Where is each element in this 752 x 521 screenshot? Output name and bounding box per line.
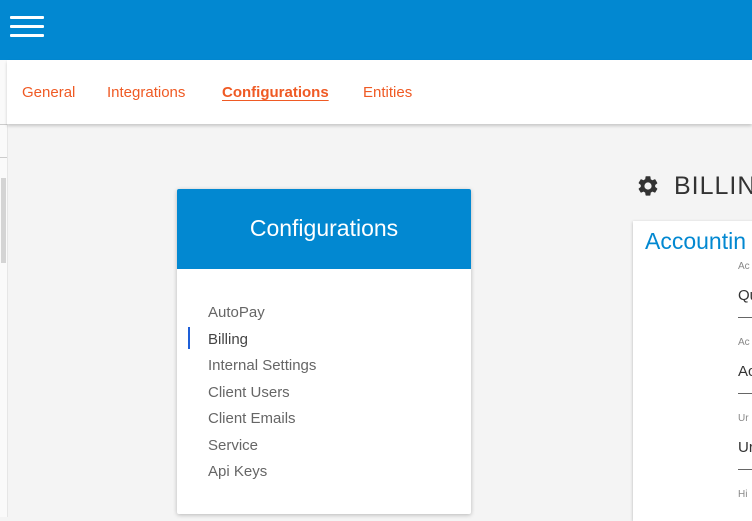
tab-integrations[interactable]: Integrations [107,84,185,101]
field-value[interactable]: Ur [738,439,752,456]
menu-item-internal-settings[interactable]: Internal Settings [208,357,316,374]
field-underline [738,393,752,394]
menu-item-autopay[interactable]: AutoPay [208,304,265,321]
field-value[interactable]: Qu [738,287,752,304]
accounting-panel-title: Accountin [645,228,747,254]
section-heading: BILLIN [636,172,752,201]
field-value[interactable]: Ac [738,363,752,380]
menu-item-client-users[interactable]: Client Users [208,384,290,401]
billing-title-text: BILLIN [674,172,752,200]
left-edge-scrollbar[interactable] [0,60,8,517]
tab-general[interactable]: General [22,84,75,101]
menu-item-client-emails[interactable]: Client Emails [208,410,296,427]
top-app-bar [0,0,752,60]
menu-item-api-keys[interactable]: Api Keys [208,463,267,480]
configurations-card-title: Configurations [177,189,471,269]
field-label: Hi [738,489,748,500]
tab-configurations[interactable]: Configurations [222,84,329,101]
menu-item-billing[interactable]: Billing [208,331,248,348]
hamburger-menu-icon[interactable] [10,16,44,38]
field-underline [738,469,752,470]
configurations-card: Configurations AutoPay Billing Internal … [177,189,471,514]
selected-item-marker [188,327,190,349]
tab-entities[interactable]: Entities [363,84,412,101]
field-label: Ac [738,261,750,272]
gear-icon [638,176,658,196]
field-label: Ur [738,413,749,424]
field-underline [738,317,752,318]
menu-item-service[interactable]: Service [208,437,258,454]
field-label: Ac [738,337,750,348]
accounting-panel: Accountin Ac Qu Ac Ac Ur Ur Hi [633,221,752,521]
